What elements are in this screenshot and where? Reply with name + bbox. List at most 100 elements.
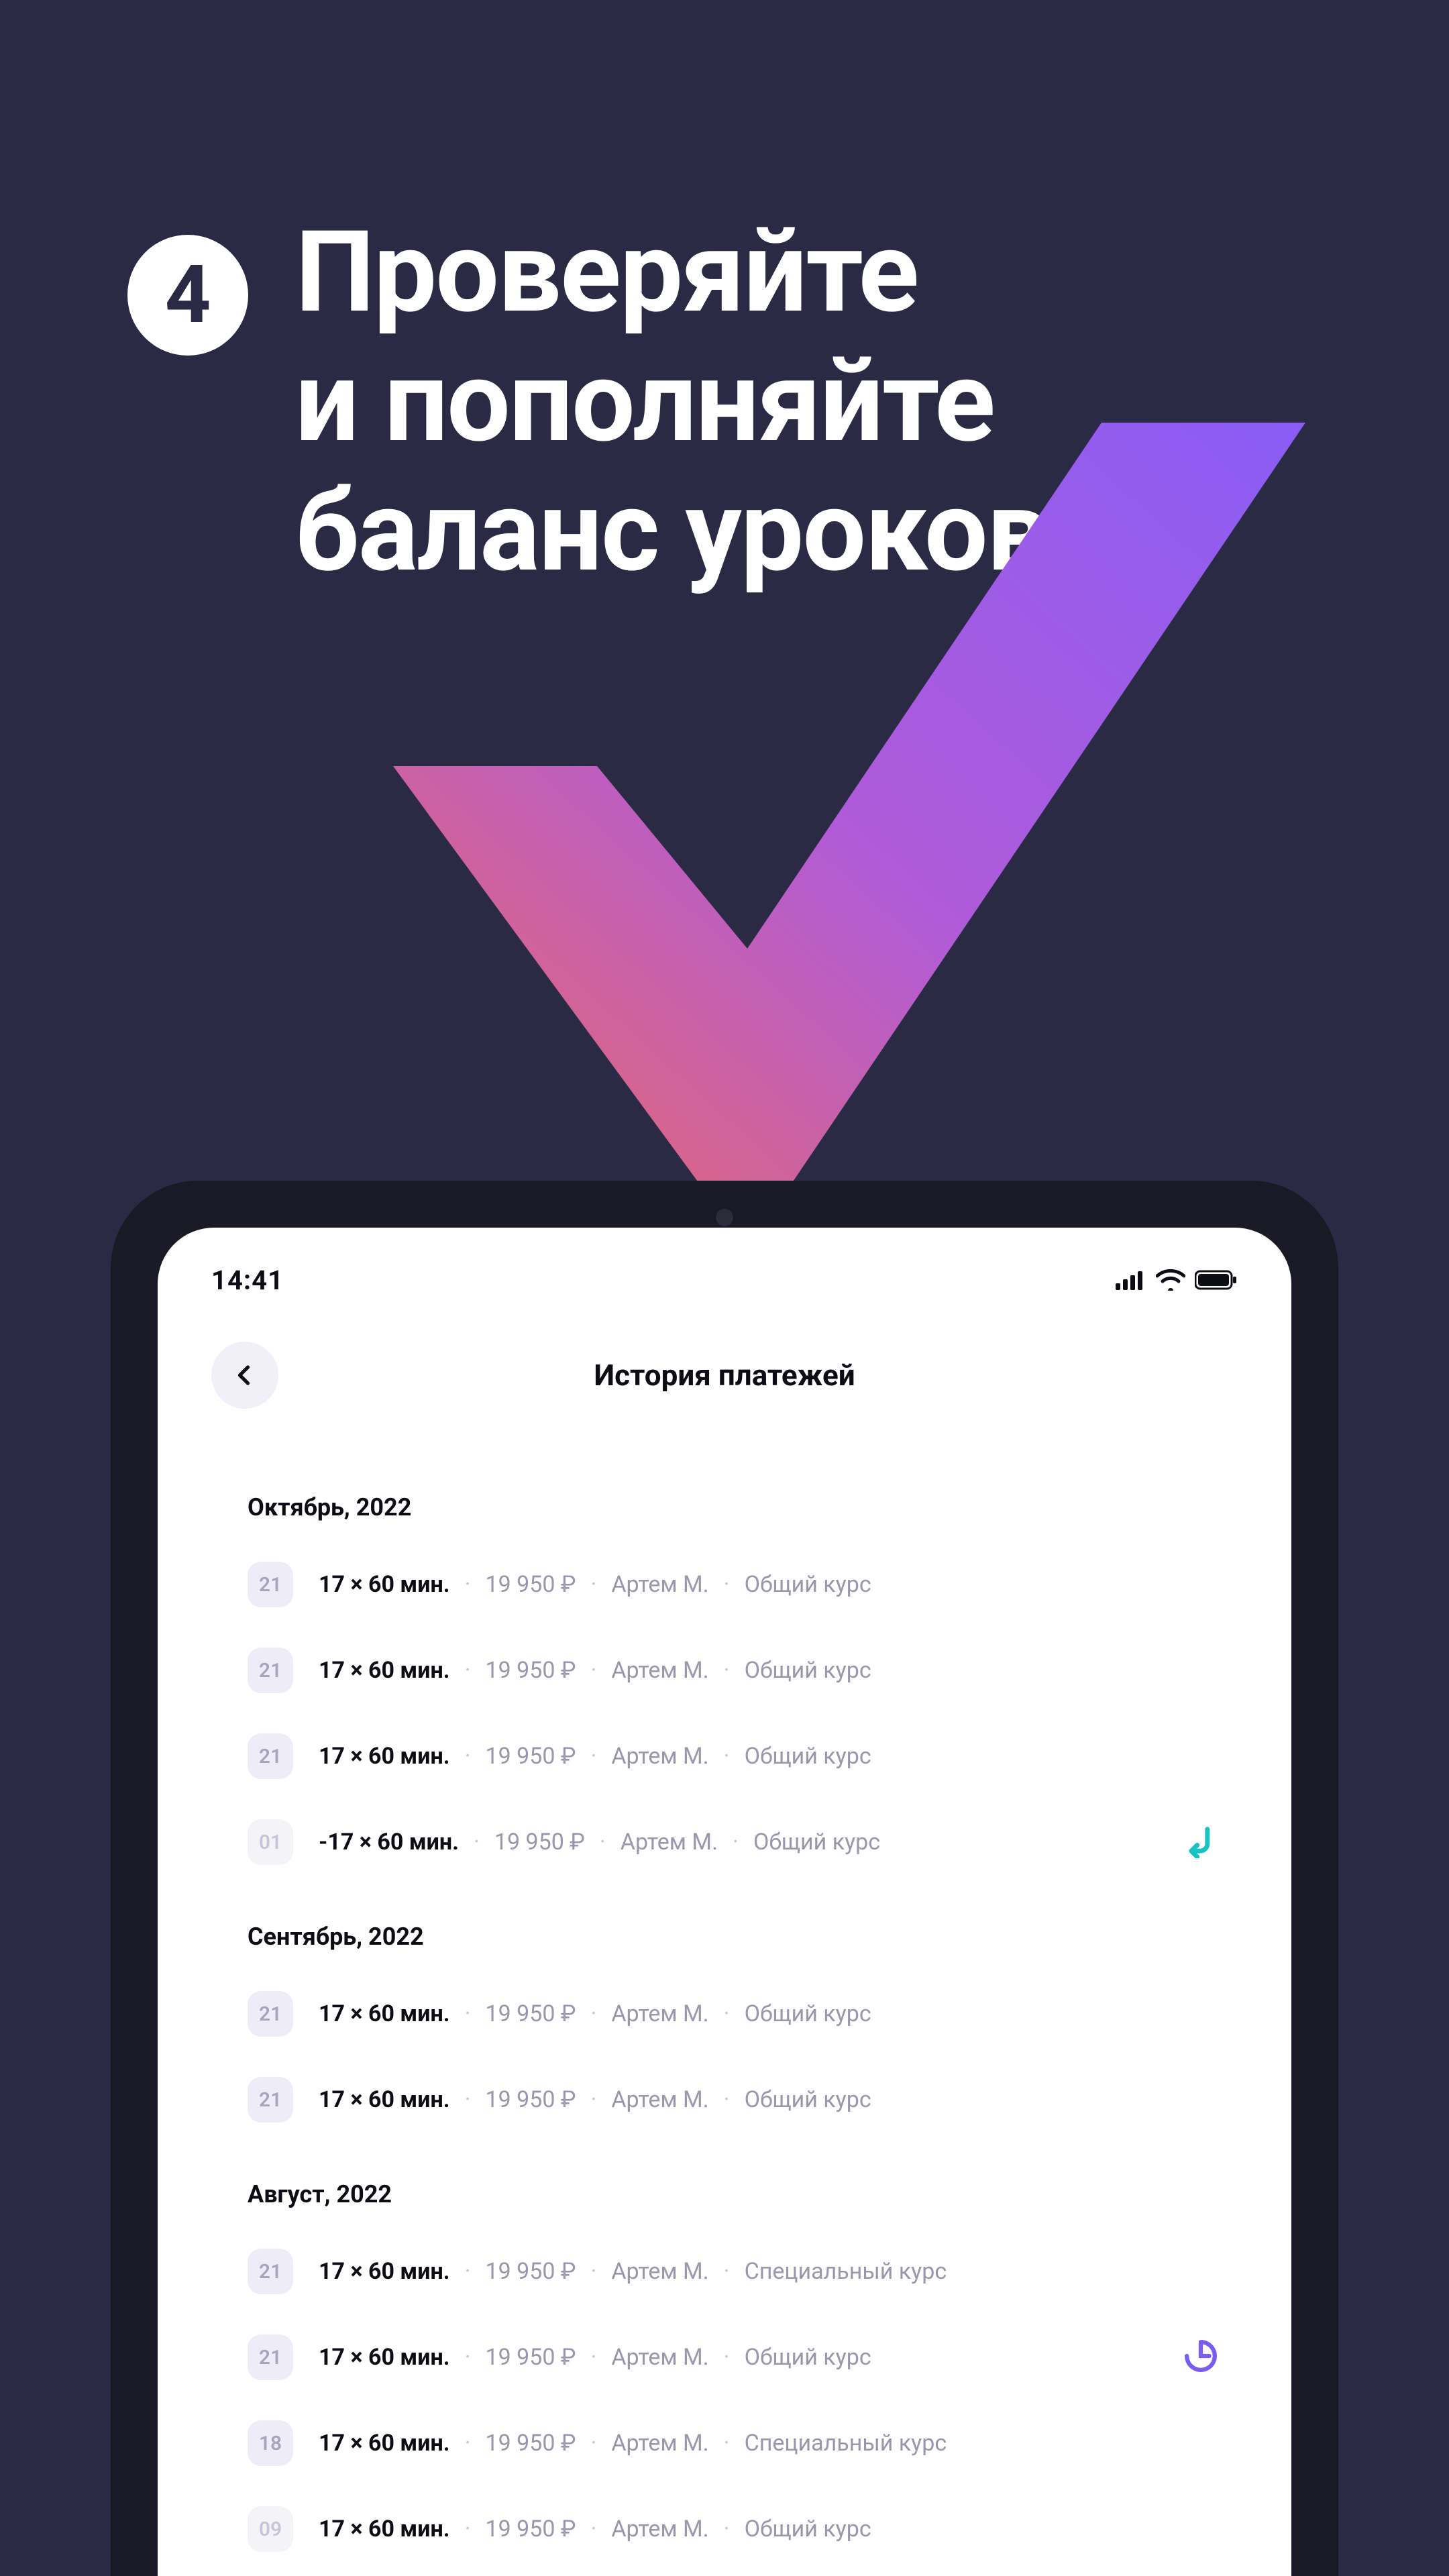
payment-row[interactable]: 0917 × 60 мин.·19 950 ₽·Артем М.·Общий к… <box>211 2486 1238 2572</box>
month-label: Август, 2022 <box>211 2143 1238 2229</box>
payment-row[interactable]: 2117 × 60 мин.·19 950 ₽·Артем М.·Общий к… <box>211 1627 1238 1713</box>
payment-row-text: 17 × 60 мин.·19 950 ₽·Артем М.·Общий кур… <box>319 1571 1238 1598</box>
course-name: Специальный курс <box>745 2430 947 2457</box>
lesson-quantity: 17 × 60 мин. <box>319 1657 450 1684</box>
separator-dot: · <box>590 1571 596 1598</box>
payment-price: 19 950 ₽ <box>486 1571 576 1598</box>
screen-header: История платежей <box>158 1308 1291 1436</box>
phone-camera-notch <box>716 1209 733 1226</box>
heading-line-1: Проверяйте <box>295 208 1049 337</box>
day-badge: 01 <box>248 1819 293 1865</box>
separator-dot: · <box>465 2430 471 2457</box>
separator-dot: · <box>724 1657 730 1684</box>
student-name: Артем М. <box>611 1571 708 1598</box>
separator-dot: · <box>724 2344 730 2371</box>
day-number: 18 <box>259 2432 282 2455</box>
status-time: 14:41 <box>211 1265 284 1296</box>
separator-dot: · <box>724 2430 730 2457</box>
lesson-quantity: -17 × 60 мин. <box>319 1829 459 1856</box>
day-badge: 21 <box>248 1648 293 1693</box>
separator-dot: · <box>465 2516 471 2542</box>
separator-dot: · <box>465 1657 471 1684</box>
pending-icon <box>1184 2339 1218 2373</box>
day-badge: 21 <box>248 2249 293 2294</box>
lesson-quantity: 17 × 60 мин. <box>319 2000 450 2027</box>
day-badge: 21 <box>248 2334 293 2380</box>
payment-price: 19 950 ₽ <box>486 2344 576 2371</box>
month-label: Октябрь, 2022 <box>211 1456 1238 1542</box>
course-name: Общий курс <box>745 2086 871 2113</box>
phone-screen: 14:41 <box>158 1228 1291 2576</box>
separator-dot: · <box>474 1829 480 1856</box>
day-number: 01 <box>259 1831 282 1854</box>
payment-row-text: 17 × 60 мин.·19 950 ₽·Артем М.·Общий кур… <box>319 2516 1238 2542</box>
payment-price: 19 950 ₽ <box>486 2516 576 2542</box>
step-badge: 4 <box>127 235 248 356</box>
day-badge: 21 <box>248 1562 293 1607</box>
lesson-quantity: 17 × 60 мин. <box>319 2516 450 2542</box>
payment-price: 19 950 ₽ <box>486 1657 576 1684</box>
payment-row[interactable]: 2117 × 60 мин.·19 950 ₽·Артем М.·Общий к… <box>211 1542 1238 1627</box>
lesson-quantity: 17 × 60 мин. <box>319 2258 450 2285</box>
lesson-quantity: 17 × 60 мин. <box>319 1743 450 1770</box>
payment-row[interactable]: 18 17 × 60 мин.·19 950 ₽·Артем М.·Специал… <box>211 2400 1238 2486</box>
separator-dot: · <box>465 2258 471 2285</box>
separator-dot: · <box>590 2258 596 2285</box>
separator-dot: · <box>465 2086 471 2113</box>
wifi-icon <box>1156 1269 1185 1291</box>
payment-row-text: 17 × 60 мин.·19 950 ₽·Артем М.·Специальн… <box>319 2430 1238 2457</box>
separator-dot: · <box>465 1743 471 1770</box>
course-name: Общий курс <box>753 1829 880 1856</box>
course-name: Общий курс <box>745 1657 871 1684</box>
status-bar: 14:41 <box>158 1228 1291 1308</box>
payments-list[interactable]: Октябрь, 20222117 × 60 мин.·19 950 ₽·Арт… <box>158 1436 1291 2572</box>
separator-dot: · <box>724 1743 730 1770</box>
payment-row[interactable]: 2117 × 60 мин.·19 950 ₽·Артем М.·Специал… <box>211 2229 1238 2314</box>
payment-row-text: 17 × 60 мин. · 19 950 ₽ · Артем М. · Общий кур… <box>319 1743 1238 1770</box>
payment-row[interactable]: 2117 × 60 мин.·19 950 ₽·Артем М.·Общий к… <box>211 2314 1238 2400</box>
payment-row-text: 17 × 60 мин.·19 950 ₽·Артем М.·Общий кур… <box>319 2000 1238 2027</box>
chevron-left-icon <box>233 1363 257 1387</box>
separator-dot: · <box>465 2344 471 2371</box>
separator-dot: · <box>590 2430 596 2457</box>
payment-row[interactable]: 2117 × 60 мин.·19 950 ₽·Артем М.·Общий к… <box>211 2057 1238 2143</box>
payment-row-text: 17 × 60 мин.·19 950 ₽·Артем М.·Общий кур… <box>319 2344 1238 2371</box>
student-name: Артем М. <box>611 1743 708 1770</box>
battery-icon <box>1195 1270 1238 1290</box>
row-status-icon <box>1183 1823 1218 1861</box>
payment-row-text: 17 × 60 мин.·19 950 ₽·Артем М.·Специальн… <box>319 2258 1238 2285</box>
day-number: 21 <box>259 1745 282 1768</box>
student-name: Артем М. <box>611 1657 708 1684</box>
payment-row[interactable]: 21 17 × 60 мин.·19 950 ₽·Артем М.·Общий к… <box>211 1971 1238 2057</box>
payment-price: 19 950 ₽ <box>486 2258 576 2285</box>
day-badge: 18 <box>248 2420 293 2466</box>
course-name: Общий курс <box>745 1743 871 1770</box>
day-number: 21 <box>259 2088 282 2112</box>
course-name: Общий курс <box>745 2344 871 2371</box>
status-icons <box>1116 1269 1238 1291</box>
course-name: Общий курс <box>745 1571 871 1598</box>
refund-icon <box>1183 1823 1218 1858</box>
payment-price: 19 950 ₽ <box>486 2086 576 2113</box>
day-number: 21 <box>259 2260 282 2284</box>
lesson-quantity: 17 × 60 мин. <box>319 2086 450 2113</box>
day-badge: 21 <box>248 1733 293 1779</box>
payment-price: 19 950 ₽ <box>486 1743 576 1770</box>
month-label: Сентябрь, 2022 <box>211 1885 1238 1971</box>
back-button[interactable] <box>211 1342 278 1409</box>
lesson-quantity: 17 × 60 мин. <box>319 2344 450 2371</box>
separator-dot: · <box>590 1743 596 1770</box>
payment-row-text: -17 × 60 мин.·19 950 ₽·Артем М.·Общий ку… <box>319 1829 1238 1856</box>
separator-dot: · <box>724 2086 730 2113</box>
separator-dot: · <box>600 1829 606 1856</box>
student-name: Артем М. <box>611 2516 708 2542</box>
payment-row[interactable]: 01-17 × 60 мин.·19 950 ₽·Артем М.·Общий … <box>211 1799 1238 1885</box>
cellular-icon <box>1116 1270 1146 1290</box>
payment-row-text: 17 × 60 мин.·19 950 ₽·Артем М.·Общий кур… <box>319 2086 1238 2113</box>
separator-dot: · <box>724 1571 730 1598</box>
payment-row[interactable]: 21 17 × 60 мин. · 19 950 ₽ · Артем М. · Общий к… <box>211 1713 1238 1799</box>
student-name: Артем М. <box>611 2086 708 2113</box>
day-badge: 21 <box>248 1991 293 2037</box>
separator-dot: · <box>733 1829 739 1856</box>
separator-dot: · <box>590 2516 596 2542</box>
